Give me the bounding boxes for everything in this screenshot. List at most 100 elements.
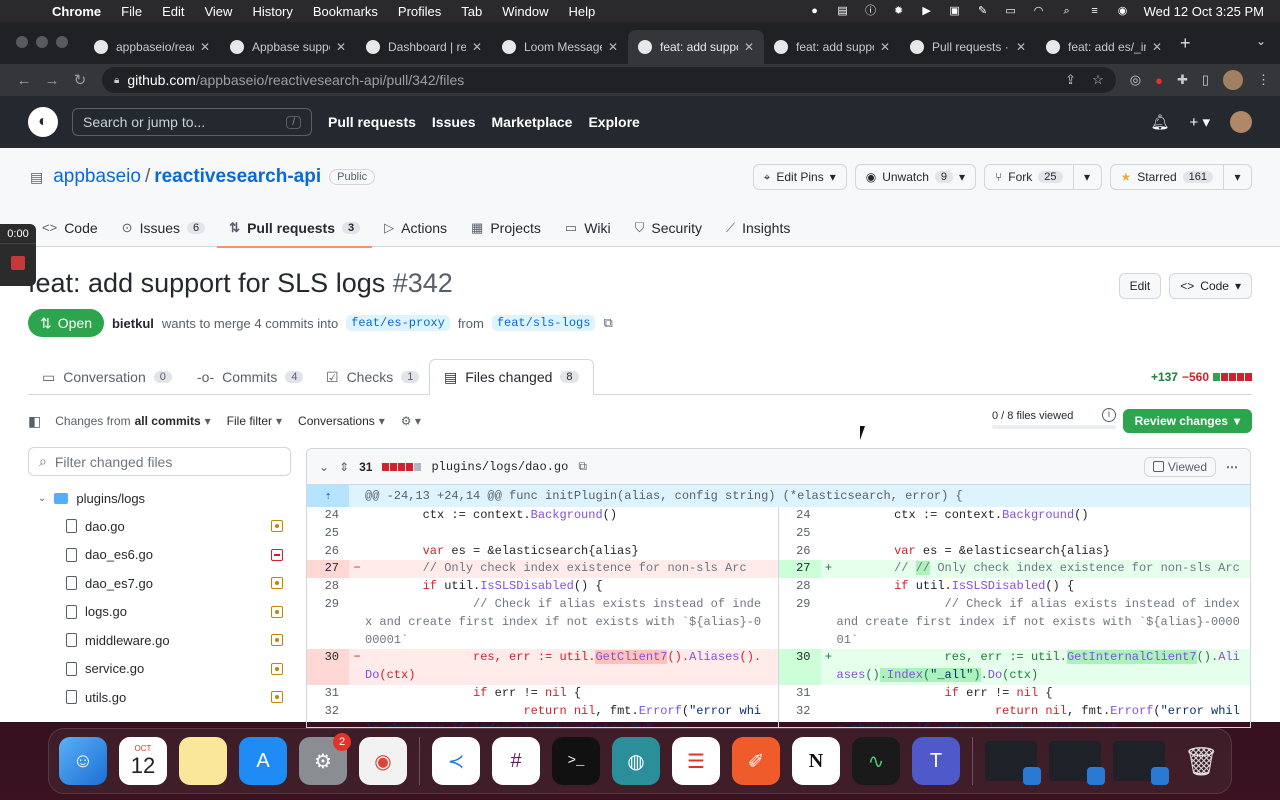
screen-icon[interactable]: ▣	[948, 5, 962, 17]
tab-files-changed[interactable]: ▤ Files changed 8	[429, 359, 594, 395]
file-tree-item[interactable]: dao_es7.go	[28, 569, 291, 598]
menu-bookmarks[interactable]: Bookmarks	[313, 4, 378, 19]
file-tree-item[interactable]: dao.go	[28, 512, 291, 541]
browser-tab[interactable]: feat: add es/_in ✕	[1036, 30, 1172, 64]
unwatch-button[interactable]: ◉ Unwatch 9 ▾	[854, 164, 977, 190]
repo-owner-link[interactable]: appbaseio	[53, 166, 141, 188]
browser-tab[interactable]: Dashboard | rea ✕	[356, 30, 492, 64]
calendar-icon[interactable]: OCT 12	[119, 737, 167, 785]
file-tree-item[interactable]: logs.go	[28, 598, 291, 627]
notion-icon[interactable]: N	[792, 737, 840, 785]
menu-profiles[interactable]: Profiles	[398, 4, 441, 19]
network-app-icon[interactable]: ◍	[612, 737, 660, 785]
edit-title-button[interactable]: Edit	[1118, 273, 1162, 299]
siri-icon[interactable]: ◉	[1116, 5, 1130, 17]
menu-help[interactable]: Help	[569, 4, 596, 19]
minimized-window[interactable]	[985, 741, 1041, 785]
info-icon[interactable]: ⓘ	[864, 5, 878, 17]
changes-from-dropdown[interactable]: Changes from all commits ▾	[55, 414, 210, 428]
tab-security[interactable]: ⛉ Security	[623, 208, 714, 247]
file-filter-dropdown[interactable]: File filter ▾	[227, 414, 282, 428]
expand-all-icon[interactable]: ⇕	[339, 460, 349, 474]
star-dropdown[interactable]: ▾	[1223, 165, 1251, 189]
teams-icon[interactable]: T	[912, 737, 960, 785]
lock-icon[interactable]: 🔒︎	[114, 75, 119, 86]
close-tab-icon[interactable]: ✕	[1016, 40, 1026, 54]
conversations-dropdown[interactable]: Conversations ▾	[298, 414, 385, 428]
brightness-icon[interactable]: ✹	[892, 5, 906, 17]
browser-tab[interactable]: feat: add suppo ✕	[764, 30, 900, 64]
play-icon[interactable]: ▶	[920, 5, 934, 17]
bookmark-star-icon[interactable]: ☆	[1092, 72, 1104, 88]
minimized-window[interactable]	[1113, 741, 1169, 785]
github-search-input[interactable]: Search or jump to... /	[72, 108, 312, 136]
zoom-window-button[interactable]	[56, 36, 68, 48]
sidebar-icon[interactable]: ▯	[1202, 72, 1209, 88]
file-tree-item[interactable]: dao_es6.go	[28, 541, 291, 570]
menu-view[interactable]: View	[204, 4, 232, 19]
wifi-icon[interactable]: ◠	[1032, 5, 1046, 17]
reminders-icon[interactable]: ☰	[672, 737, 720, 785]
viewed-checkbox[interactable]: Viewed	[1143, 456, 1216, 477]
fork-dropdown[interactable]: ▾	[1072, 165, 1101, 189]
tab-checks[interactable]: ☑ Checks 1	[312, 359, 433, 395]
diff-settings-gear-icon[interactable]: ⚙ ▾	[401, 414, 421, 428]
new-tab-button[interactable]: +	[1180, 33, 1191, 54]
copy-icon[interactable]: ⧉	[603, 315, 612, 331]
nav-marketplace[interactable]: Marketplace	[492, 114, 573, 130]
file-tree-item[interactable]: middleware.go	[28, 626, 291, 655]
extension-icon[interactable]: ◎	[1130, 72, 1141, 88]
reload-button[interactable]: ↻	[66, 71, 94, 89]
notification-bell-icon[interactable]: 🔔︎	[1150, 113, 1169, 131]
share-icon[interactable]: ⇪	[1065, 72, 1076, 88]
minimized-window[interactable]	[1049, 741, 1105, 785]
create-new-plus-icon[interactable]: + ▾	[1190, 113, 1210, 131]
spotlight-search-icon[interactable]: ⌕	[1060, 5, 1074, 17]
postman-icon[interactable]: ✐	[732, 737, 780, 785]
browser-tab[interactable]: appbaseio/reac ✕	[84, 30, 220, 64]
puzzle-icon[interactable]: ✚	[1177, 72, 1188, 88]
control-center-icon[interactable]: ≡	[1088, 5, 1102, 17]
head-branch[interactable]: feat/sls-logs	[491, 315, 596, 331]
more-menu-icon[interactable]: ⋮	[1257, 72, 1270, 88]
tab-code[interactable]: <> Code	[30, 208, 110, 247]
tab-pull-requests[interactable]: ⇅ Pull requests 3	[217, 208, 373, 248]
filter-changed-files-input[interactable]: ⌕ Filter changed files	[28, 447, 291, 476]
close-tab-icon[interactable]: ✕	[200, 40, 210, 54]
tab-wiki[interactable]: ▭ Wiki	[553, 208, 623, 247]
review-changes-button[interactable]: Review changes ▾	[1122, 409, 1252, 433]
browser-tab[interactable]: Appbase suppo ✕	[220, 30, 356, 64]
finder-icon[interactable]: ☺	[59, 737, 107, 785]
folder-item[interactable]: ⌄ plugins/logs	[28, 484, 291, 512]
collapse-chevron-icon[interactable]: ⌄	[319, 460, 329, 474]
forward-button[interactable]: →	[38, 72, 66, 89]
starred-button[interactable]: ★ Starred 161 ▾	[1109, 164, 1252, 190]
nav-pull-requests[interactable]: Pull requests	[328, 114, 416, 130]
diff-filename[interactable]: plugins/logs/dao.go	[431, 460, 568, 474]
edit-pins-button[interactable]: ⌖ Edit Pins ▾	[752, 164, 847, 190]
menu-history[interactable]: History	[252, 4, 292, 19]
tab-commits[interactable]: -o- Commits 4	[183, 359, 317, 395]
clock[interactable]: Wed 12 Oct 3:25 PM	[1144, 4, 1264, 19]
tab-insights[interactable]: ⟋ Insights	[714, 208, 802, 247]
info-icon[interactable]: i	[1102, 408, 1116, 422]
trash-icon[interactable]: 🗑︎	[1177, 737, 1225, 785]
vscode-icon[interactable]: ≺	[432, 737, 480, 785]
close-tab-icon[interactable]: ✕	[472, 40, 482, 54]
back-button[interactable]: ←	[10, 72, 38, 89]
fork-button[interactable]: ⑂ Fork 25 ▾	[984, 164, 1102, 190]
menu-app-name[interactable]: Chrome	[52, 4, 101, 19]
file-tree-item[interactable]: service.go	[28, 655, 291, 684]
close-tab-icon[interactable]: ✕	[336, 40, 346, 54]
tab-conversation[interactable]: ▭ Conversation 0	[28, 359, 186, 395]
close-window-button[interactable]	[16, 36, 28, 48]
file-tree-toggle-icon[interactable]: ◧	[28, 413, 41, 430]
close-tab-icon[interactable]: ✕	[608, 40, 618, 54]
profile-avatar[interactable]	[1223, 70, 1243, 90]
status-drive-icon[interactable]: ▤	[836, 5, 850, 17]
browser-tab[interactable]: Pull requests · a ✕	[900, 30, 1036, 64]
tab-actions[interactable]: ▷ Actions	[372, 208, 459, 247]
chrome-icon[interactable]: ◉	[359, 737, 407, 785]
close-tab-icon[interactable]: ✕	[744, 40, 754, 54]
nav-explore[interactable]: Explore	[588, 114, 639, 130]
